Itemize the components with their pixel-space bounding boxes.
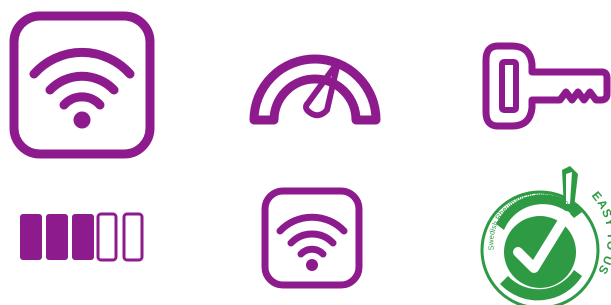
signal-bar-filled bbox=[20, 214, 42, 260]
signal-bar-filled bbox=[72, 214, 94, 260]
speedometer-icon bbox=[248, 48, 382, 128]
wifi-small-icon bbox=[260, 186, 364, 290]
easy-to-use-badge: Swedish Rheumatism Association EASY TO U… bbox=[465, 153, 611, 305]
wifi-large-icon bbox=[8, 10, 156, 160]
signal-bar-empty bbox=[122, 212, 144, 262]
signal-bar-filled bbox=[46, 214, 68, 260]
key-icon bbox=[480, 40, 611, 132]
signal-bar-empty bbox=[96, 212, 118, 262]
signal-bars-icon bbox=[18, 210, 148, 264]
